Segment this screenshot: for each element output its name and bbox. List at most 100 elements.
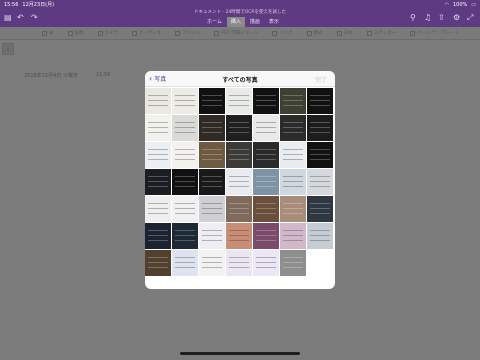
photo-thumbnail[interactable] bbox=[172, 196, 198, 222]
ribbon-link-button[interactable]: リンク bbox=[272, 30, 293, 36]
photo-thumbnail[interactable] bbox=[280, 196, 306, 222]
ribbon-sticker-button[interactable]: ステッカー bbox=[366, 30, 396, 36]
redo-icon[interactable]: ↷ bbox=[31, 14, 38, 22]
photo-thumbnail[interactable] bbox=[307, 88, 333, 114]
photo-thumbnail[interactable] bbox=[253, 196, 279, 222]
collapse-sidebar-button[interactable]: ‹ bbox=[2, 43, 14, 55]
ribbon-date-button[interactable]: 日付 bbox=[336, 30, 353, 36]
photo-thumbnail[interactable] bbox=[199, 250, 225, 276]
thumbnail-detail bbox=[310, 176, 330, 177]
thumbnail-detail bbox=[283, 203, 303, 204]
thumbnail-detail bbox=[202, 230, 222, 231]
thumbnail-detail bbox=[229, 176, 249, 177]
undo-icon[interactable]: ↶ bbox=[17, 14, 24, 22]
home-indicator[interactable] bbox=[180, 352, 300, 355]
battery-icon: ▭ bbox=[471, 1, 476, 8]
photo-thumbnail[interactable] bbox=[199, 223, 225, 249]
photo-thumbnail[interactable] bbox=[280, 88, 306, 114]
photo-thumbnail[interactable] bbox=[307, 169, 333, 195]
photo-thumbnail[interactable] bbox=[226, 88, 252, 114]
photo-thumbnail[interactable] bbox=[172, 250, 198, 276]
thumbnail-detail bbox=[229, 203, 249, 204]
photo-thumbnail[interactable] bbox=[145, 196, 171, 222]
photo-thumbnail[interactable] bbox=[226, 196, 252, 222]
thumbnail-detail bbox=[310, 159, 330, 160]
photo-thumbnail[interactable] bbox=[226, 250, 252, 276]
photo-thumbnail[interactable] bbox=[172, 223, 198, 249]
photo-thumbnail[interactable] bbox=[253, 223, 279, 249]
thumbnail-detail bbox=[148, 235, 168, 236]
photo-thumbnail[interactable] bbox=[307, 196, 333, 222]
photo-thumbnail[interactable] bbox=[307, 142, 333, 168]
thumbnail-detail bbox=[229, 122, 249, 123]
ribbon-audio-button[interactable]: オーディオ bbox=[132, 30, 161, 36]
bell-icon[interactable]: ♫ bbox=[424, 14, 431, 22]
photo-thumbnail[interactable] bbox=[199, 115, 225, 141]
thumbnail-detail bbox=[310, 105, 330, 106]
photo-thumbnail[interactable] bbox=[226, 142, 252, 168]
thumbnail-detail bbox=[256, 235, 276, 236]
ribbon-file-button[interactable]: ファイル bbox=[175, 30, 200, 36]
ribbon-camera-button[interactable]: カメラ bbox=[97, 30, 118, 36]
photo-thumbnail[interactable] bbox=[226, 223, 252, 249]
photo-thumbnail[interactable] bbox=[226, 169, 252, 195]
ribbon-pdf-button[interactable]: PDF 印刷イメージ bbox=[214, 30, 258, 36]
photo-thumbnail[interactable] bbox=[172, 142, 198, 168]
photo-thumbnail[interactable] bbox=[145, 88, 171, 114]
gear-icon[interactable]: ⚙ bbox=[453, 14, 460, 22]
photo-thumbnail[interactable] bbox=[172, 88, 198, 114]
photo-picker: ‹ 写真 すべての写真 完了 bbox=[145, 71, 335, 289]
photo-thumbnail[interactable] bbox=[253, 169, 279, 195]
thumbnail-detail bbox=[229, 100, 249, 101]
photo-thumbnail[interactable] bbox=[253, 88, 279, 114]
photo-thumbnail[interactable] bbox=[280, 169, 306, 195]
photo-thumbnail[interactable] bbox=[145, 250, 171, 276]
tab-home[interactable]: ホーム bbox=[203, 17, 226, 27]
share-icon[interactable]: ⇪ bbox=[438, 14, 445, 22]
photo-thumbnail[interactable] bbox=[280, 250, 306, 276]
photo-thumbnail[interactable] bbox=[172, 115, 198, 141]
thumbnail-detail bbox=[283, 149, 303, 150]
ribbon-table-button[interactable]: 表 bbox=[42, 30, 54, 36]
photo-thumbnail[interactable] bbox=[226, 115, 252, 141]
thumbnail-detail bbox=[175, 235, 195, 236]
photo-thumbnail[interactable] bbox=[145, 223, 171, 249]
ribbon-template-button[interactable]: ページ テンプレート bbox=[410, 30, 459, 36]
photo-thumbnail[interactable] bbox=[280, 223, 306, 249]
thumbnail-detail bbox=[283, 159, 303, 160]
photo-thumbnail[interactable] bbox=[199, 169, 225, 195]
photo-thumbnail[interactable] bbox=[253, 115, 279, 141]
photo-thumbnail[interactable] bbox=[199, 196, 225, 222]
tab-draw[interactable]: 描画 bbox=[246, 17, 264, 27]
thumbnail-detail bbox=[256, 208, 276, 209]
ribbon-image-button[interactable]: 画像 bbox=[67, 30, 84, 36]
photo-thumbnail[interactable] bbox=[280, 115, 306, 141]
thumbnail-detail bbox=[229, 154, 249, 155]
tab-insert[interactable]: 挿入 bbox=[226, 17, 245, 27]
photo-thumbnail[interactable] bbox=[145, 142, 171, 168]
expand-icon[interactable]: ⤢ bbox=[467, 14, 473, 22]
thumbnail-detail bbox=[229, 149, 249, 150]
thumbnail-detail bbox=[310, 230, 330, 231]
photo-thumbnail[interactable] bbox=[253, 142, 279, 168]
accessibility-icon[interactable]: ⚲ bbox=[410, 14, 416, 22]
photo-thumbnail[interactable] bbox=[145, 169, 171, 195]
photo-thumbnail[interactable] bbox=[253, 250, 279, 276]
photo-thumbnail[interactable] bbox=[145, 115, 171, 141]
thumbnail-detail bbox=[283, 213, 303, 214]
chevron-left-icon: ‹ bbox=[6, 44, 10, 54]
thumbnail-detail bbox=[283, 105, 303, 106]
photo-thumbnail[interactable] bbox=[199, 88, 225, 114]
notebooks-icon[interactable]: ▤ bbox=[4, 14, 12, 22]
photo-thumbnail[interactable] bbox=[172, 169, 198, 195]
ribbon-equation-button[interactable]: 数式 bbox=[306, 30, 323, 36]
thumbnail-detail bbox=[148, 132, 168, 133]
photo-thumbnail[interactable] bbox=[307, 223, 333, 249]
photo-thumbnail[interactable] bbox=[199, 142, 225, 168]
done-button[interactable]: 完了 bbox=[315, 75, 327, 84]
photo-thumbnail[interactable] bbox=[307, 115, 333, 141]
table-icon bbox=[42, 30, 47, 36]
thumbnail-detail bbox=[175, 262, 195, 263]
tab-view[interactable]: 表示 bbox=[265, 17, 283, 27]
photo-thumbnail[interactable] bbox=[280, 142, 306, 168]
